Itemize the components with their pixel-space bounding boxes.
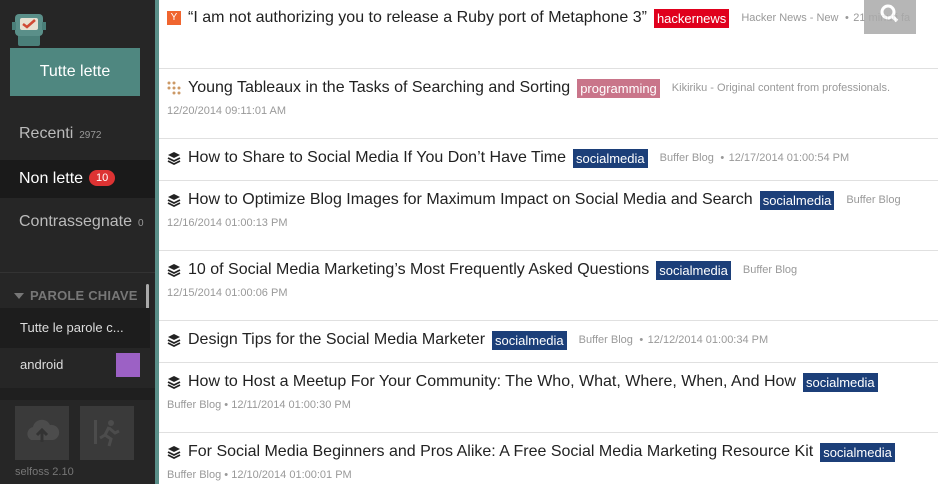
item-tag[interactable]: socialmedia — [656, 260, 731, 280]
list-item[interactable]: How to Share to Social Media If You Don’… — [159, 139, 938, 181]
separator: • — [639, 334, 644, 346]
nav-unread-label: Non lette — [19, 170, 84, 187]
item-source: Buffer Blog — [659, 152, 714, 164]
item-source: Buffer Blog — [846, 194, 901, 206]
mark-all-read-button[interactable]: Tutte lette — [10, 48, 140, 96]
item-tag[interactable]: programming — [577, 78, 660, 98]
nav-unread[interactable]: Non lette 10 — [0, 160, 155, 198]
search-icon — [880, 4, 899, 23]
list-item[interactable]: Design Tips for the Social Media Markete… — [159, 321, 938, 363]
nav-starred-count: 0 — [137, 218, 144, 229]
dots-grid-icon — [167, 81, 181, 95]
triangle-down-icon — [14, 293, 24, 299]
nav-starred-label: Contrassegnate — [19, 213, 132, 230]
item-tag[interactable]: hackernews — [653, 8, 730, 28]
list-item[interactable]: How to Optimize Blog Images for Maximum … — [159, 181, 938, 251]
item-title[interactable]: “I am not authorizing you to release a R… — [188, 9, 647, 26]
stack-icon — [167, 376, 181, 389]
selfoss-robot-logo-icon[interactable] — [12, 10, 46, 48]
stack-icon — [167, 194, 181, 207]
cloud-upload-icon — [27, 419, 60, 442]
item-list: Y “I am not authorizing you to release a … — [155, 0, 938, 484]
item-source: Buffer Blog — [578, 334, 633, 346]
item-tag[interactable]: socialmedia — [572, 148, 648, 168]
item-source: Buffer Blog — [742, 264, 798, 276]
item-tag[interactable]: socialmedia — [492, 330, 567, 350]
item-title[interactable]: How to Host a Meetup For Your Community:… — [188, 373, 796, 390]
keyword-all[interactable]: Tutte le parole c... — [0, 308, 150, 348]
stack-icon — [167, 152, 181, 165]
unread-count-badge: 10 — [89, 170, 116, 186]
stack-icon — [167, 334, 181, 347]
nav-recent-label: Recenti — [19, 125, 74, 142]
item-title[interactable]: 10 of Social Media Marketing’s Most Freq… — [188, 261, 649, 278]
item-source: Hacker News - New — [741, 12, 839, 24]
keyword-label: Tutte le parole c... — [20, 320, 124, 335]
item-time: 12/10/2014 01:00:01 PM — [231, 469, 352, 482]
item-title[interactable]: How to Optimize Blog Images for Maximum … — [188, 191, 753, 208]
item-source: Kikiriku - Original content from profess… — [671, 82, 891, 94]
nav-starred[interactable]: Contrassegnate 0 — [0, 203, 155, 241]
item-time: 12/11/2014 01:00:30 PM — [231, 399, 351, 412]
keywords-header[interactable]: PAROLE CHIAVE — [14, 288, 138, 303]
separator: • — [224, 469, 229, 482]
nav-recent[interactable]: Recenti 2972 — [0, 115, 155, 153]
item-title[interactable]: Young Tableaux in the Tasks of Searching… — [188, 79, 570, 96]
item-source: Buffer Blog — [167, 469, 222, 482]
separator: • — [224, 399, 229, 412]
stack-icon — [167, 264, 181, 277]
hackernews-icon: Y — [167, 11, 181, 25]
item-time: 12/12/2014 01:00:34 PM — [647, 334, 769, 346]
item-time: 12/16/2014 01:00:13 PM — [167, 217, 288, 230]
sidebar-divider — [0, 272, 155, 273]
item-title[interactable]: How to Share to Social Media If You Don’… — [188, 149, 566, 166]
item-title[interactable]: Design Tips for the Social Media Markete… — [188, 331, 485, 348]
item-source: Buffer Blog — [167, 399, 222, 412]
cloud-refresh-button[interactable] — [15, 406, 69, 460]
keyword-label: android — [20, 357, 64, 372]
item-time: 12/17/2014 01:00:54 PM — [728, 152, 850, 164]
item-time: 12/15/2014 01:00:06 PM — [167, 287, 288, 300]
running-person-icon — [94, 420, 120, 447]
stack-icon — [167, 446, 181, 459]
list-item[interactable]: 10 of Social Media Marketing’s Most Freq… — [159, 251, 938, 321]
sidebar: Tutte lette Recenti 2972 Non lette 10 Cont… — [0, 0, 155, 484]
item-time: 12/20/2014 09:11:01 AM — [167, 105, 287, 118]
separator: • — [720, 152, 725, 164]
item-tag[interactable]: socialmedia — [759, 190, 835, 210]
item-tag[interactable]: socialmedia — [802, 372, 878, 392]
keywords-header-label: PAROLE CHIAVE — [30, 288, 138, 303]
list-item[interactable]: Young Tableaux in the Tasks of Searching… — [159, 69, 938, 139]
item-title[interactable]: For Social Media Beginners and Pros Alik… — [188, 443, 813, 460]
keyword-android[interactable]: android — [0, 345, 150, 385]
item-tag[interactable]: socialmedia — [820, 442, 895, 462]
search-button[interactable] — [864, 0, 916, 34]
keyword-color-swatch[interactable] — [116, 353, 140, 377]
logout-button[interactable] — [80, 406, 134, 460]
nav-recent-count: 2972 — [79, 130, 102, 141]
list-item[interactable]: How to Host a Meetup For Your Community:… — [159, 363, 938, 433]
separator: • — [844, 12, 849, 24]
list-item[interactable]: For Social Media Beginners and Pros Alik… — [159, 433, 938, 484]
version-label: selfoss 2.10 — [15, 466, 74, 478]
tools-divider — [0, 388, 155, 400]
list-item[interactable]: Y “I am not authorizing you to release a … — [159, 0, 938, 69]
